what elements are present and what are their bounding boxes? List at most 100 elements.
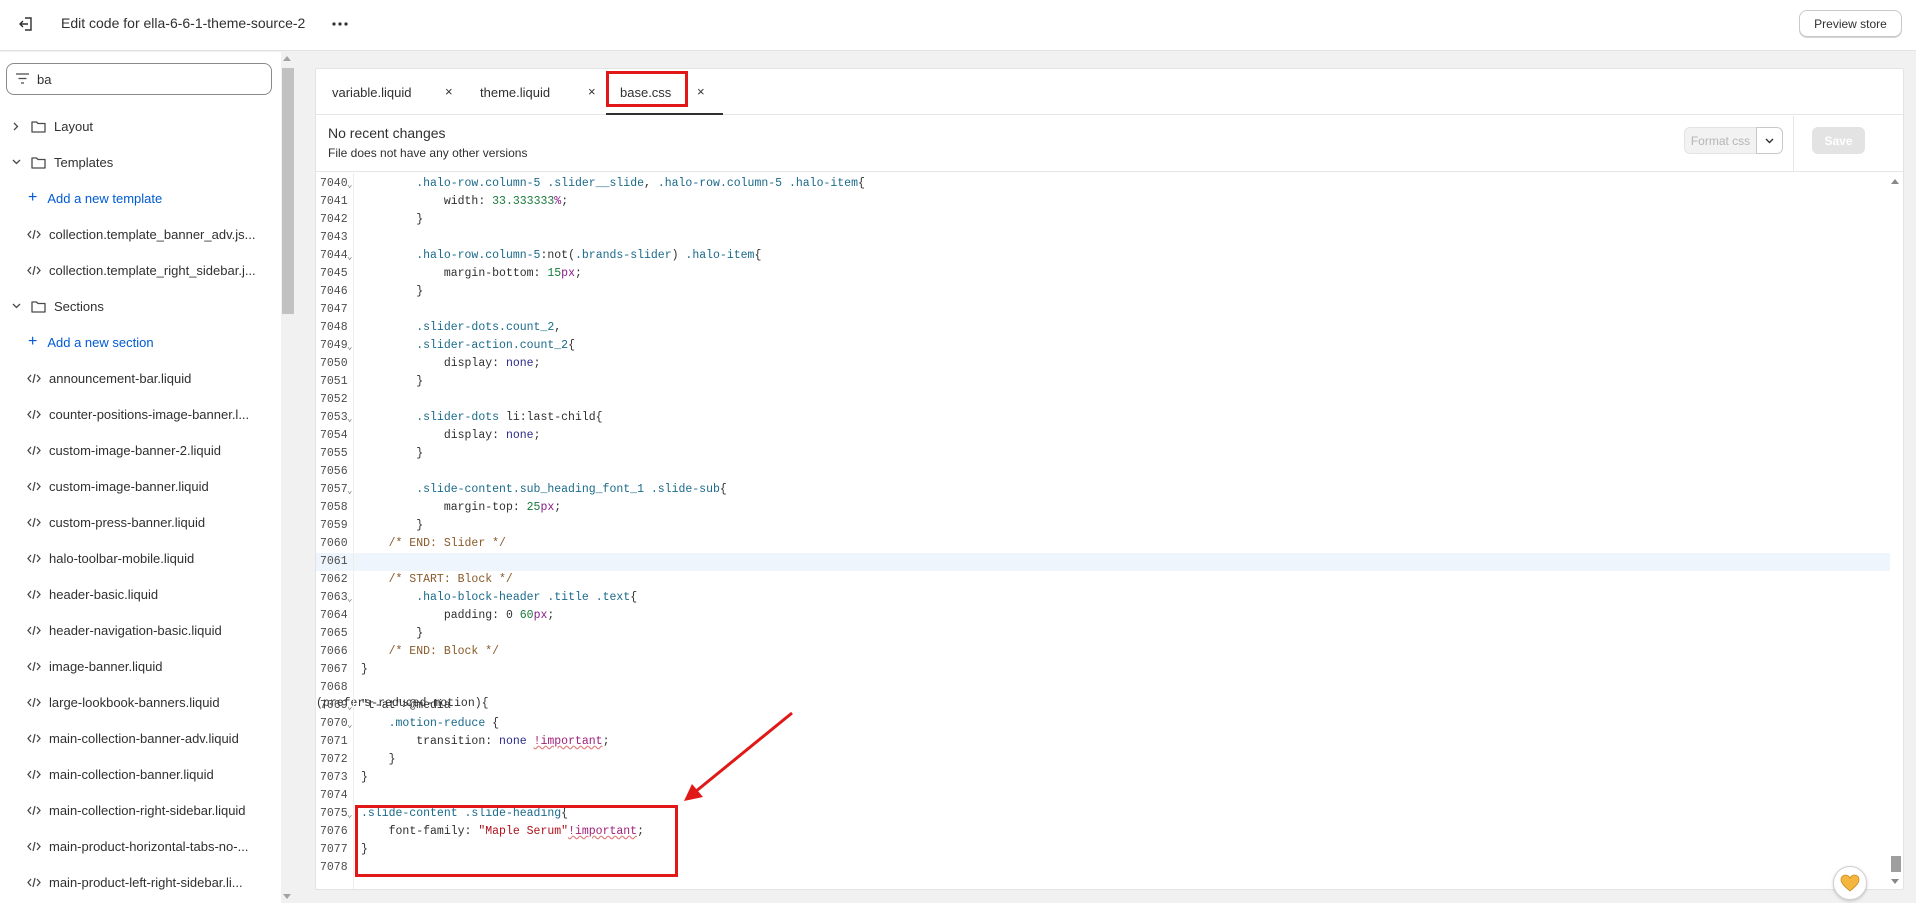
code-editor[interactable]: 7040 ⌄ .halo-row.column-5 .slider__slide,… <box>316 173 1903 889</box>
code-line[interactable]: 7061 <box>316 553 1890 571</box>
code-line[interactable]: 7053 ⌄ .slider-dots li:last-child{ <box>316 409 1890 427</box>
code-text: .slider-dots li:last-child{ <box>416 411 603 424</box>
file-item[interactable]: image-banner.liquid <box>0 648 275 684</box>
code-text: .halo-block-header .title .text{ <box>416 591 638 604</box>
code-line[interactable]: 7066 /* END: Block */ <box>316 643 1890 661</box>
code-line[interactable]: 7054 display: none; <box>316 427 1890 445</box>
file-item[interactable]: main-product-left-right-sidebar.li... <box>0 864 275 900</box>
more-actions-button[interactable] <box>328 12 352 36</box>
code-line[interactable]: 7040 ⌄ .halo-row.column-5 .slider__slide,… <box>316 175 1890 193</box>
code-line[interactable]: 7067} <box>316 661 1890 679</box>
folder-templates[interactable]: Templates <box>0 144 275 180</box>
file-item[interactable]: header-basic.liquid <box>0 576 275 612</box>
file-item[interactable]: header-navigation-basic.liquid <box>0 612 275 648</box>
editor-scroll-thumb[interactable] <box>1891 856 1901 872</box>
exit-button[interactable] <box>14 12 38 36</box>
scroll-up-arrow[interactable] <box>283 56 291 61</box>
folder-layout[interactable]: Layout <box>0 108 275 144</box>
code-line[interactable]: 7044 ⌄ .halo-row.column-5:not(.brands-sli… <box>316 247 1890 265</box>
file-item[interactable]: main-collection-right-sidebar.liquid <box>0 792 275 828</box>
status-title: No recent changes <box>328 125 446 141</box>
code-line[interactable]: 7042 } <box>316 211 1890 229</box>
file-item[interactable]: custom-press-banner.liquid <box>0 504 275 540</box>
add-link-label: Add a new template <box>47 190 163 206</box>
code-line[interactable]: 7041 width: 33.333333%; <box>316 193 1890 211</box>
code-line[interactable]: 7068 <box>316 679 1890 697</box>
code-line[interactable]: 7070 ⌄ .motion-reduce { <box>316 715 1890 733</box>
code-icon <box>27 589 41 600</box>
code-line[interactable]: 7072 } <box>316 751 1890 769</box>
code-icon <box>27 481 41 492</box>
file-item[interactable]: custom-image-banner.liquid <box>0 468 275 504</box>
close-tab-icon[interactable]: × <box>588 84 596 99</box>
code-line[interactable]: 7063 ⌄ .halo-block-header .title .text{ <box>316 589 1890 607</box>
preview-store-button[interactable]: Preview store <box>1799 10 1902 37</box>
folder-sections[interactable]: Sections <box>0 288 275 324</box>
divider <box>1793 116 1794 172</box>
code-line[interactable]: 7060 /* END: Slider */ <box>316 535 1890 553</box>
top-bar: Edit code for ella-6-6-1-theme-source-2 … <box>0 0 1916 51</box>
code-line[interactable]: 7069 ⌄ "t-at">@media (prefers-reduced-moti… <box>316 697 1890 715</box>
search-field[interactable] <box>6 63 272 95</box>
code-line[interactable]: 7047 <box>316 301 1890 319</box>
file-item[interactable]: announcement-bar.liquid <box>0 360 275 396</box>
code-text: .halo-row.column-5 .slider__slide, .halo… <box>416 177 865 190</box>
search-input[interactable] <box>37 70 262 89</box>
code-line[interactable]: 7065 } <box>316 625 1890 643</box>
code-line[interactable]: 7074 <box>316 787 1890 805</box>
code-line[interactable]: 7052 <box>316 391 1890 409</box>
file-item[interactable]: halo-toolbar-mobile.liquid <box>0 540 275 576</box>
close-tab-icon[interactable]: × <box>445 84 453 99</box>
file-item[interactable]: large-lookbook-banners.liquid <box>0 684 275 720</box>
code-text: /* END: Slider */ <box>361 537 506 550</box>
code-line[interactable]: 7062 /* START: Block */ <box>316 571 1890 589</box>
tab-variable-liquid[interactable]: variable.liquid × <box>332 69 453 115</box>
help-button[interactable] <box>1833 866 1867 900</box>
save-button[interactable]: Save <box>1812 127 1865 154</box>
code-line[interactable]: 7051 } <box>316 373 1890 391</box>
code-text: /* START: Block */ <box>361 573 513 586</box>
file-sidebar: Layout Templates + Add a new template collec… <box>0 52 283 903</box>
code-line[interactable]: 7057 ⌄ .slide-content.sub_heading_font_1 … <box>316 481 1890 499</box>
tab-theme-liquid[interactable]: theme.liquid × <box>480 69 601 115</box>
code-text: .slide-content.sub_heading_font_1 .slide… <box>416 483 727 496</box>
code-line[interactable]: 7049 ⌄ .slider-action.count_2{ <box>316 337 1890 355</box>
code-line[interactable]: 7064 padding: 0 60px; <box>316 607 1890 625</box>
code-text: } <box>361 447 424 460</box>
file-item[interactable]: collection.template_banner_adv.js... <box>0 216 275 252</box>
code-line[interactable]: 7059 } <box>316 517 1890 535</box>
add-new-item-link[interactable]: + Add a new template <box>0 180 275 216</box>
editor-scroll-down-arrow[interactable] <box>1891 879 1899 884</box>
code-line[interactable]: 7050 display: none; <box>316 355 1890 373</box>
close-tab-icon[interactable]: × <box>697 84 705 99</box>
code-icon <box>27 769 41 780</box>
code-line[interactable]: 7048 .slider-dots.count_2, <box>316 319 1890 337</box>
editor-scroll-up-arrow[interactable] <box>1891 179 1899 184</box>
file-label: large-lookbook-banners.liquid <box>49 694 220 710</box>
file-item[interactable]: main-collection-banner-adv.liquid <box>0 720 275 756</box>
chevron-right-icon <box>10 122 22 131</box>
code-line[interactable]: 7043 <box>316 229 1890 247</box>
code-line[interactable]: 7056 <box>316 463 1890 481</box>
status-bar: No recent changes File does not have any… <box>316 116 1903 172</box>
add-new-item-link[interactable]: + Add a new section <box>0 324 275 360</box>
file-item[interactable]: collection.template_right_sidebar.j... <box>0 252 275 288</box>
code-line[interactable]: 7055 } <box>316 445 1890 463</box>
format-options-button[interactable] <box>1756 127 1783 154</box>
file-item[interactable]: main-collection-banner.liquid <box>0 756 275 792</box>
code-line[interactable]: 7046 } <box>316 283 1890 301</box>
code-line[interactable]: 7045 margin-bottom: 15px; <box>316 265 1890 283</box>
tab-label: theme.liquid <box>480 84 551 100</box>
code-text: margin-top: 25px; <box>443 501 562 514</box>
tab-bar: variable.liquid × theme.liquid × base.cs… <box>316 69 1903 115</box>
active-tab-underline <box>606 113 723 115</box>
file-item[interactable]: main-product-horizontal-tabs-no-... <box>0 828 275 864</box>
scroll-down-arrow[interactable] <box>283 894 291 899</box>
file-item[interactable]: custom-image-banner-2.liquid <box>0 432 275 468</box>
format-css-button[interactable]: Format css <box>1684 127 1756 154</box>
code-line[interactable]: 7071 transition: none !important; <box>316 733 1890 751</box>
code-line[interactable]: 7058 margin-top: 25px; <box>316 499 1890 517</box>
sidebar-scroll-thumb[interactable] <box>282 68 294 314</box>
file-item[interactable]: counter-positions-image-banner.l... <box>0 396 275 432</box>
code-line[interactable]: 7073} <box>316 769 1890 787</box>
